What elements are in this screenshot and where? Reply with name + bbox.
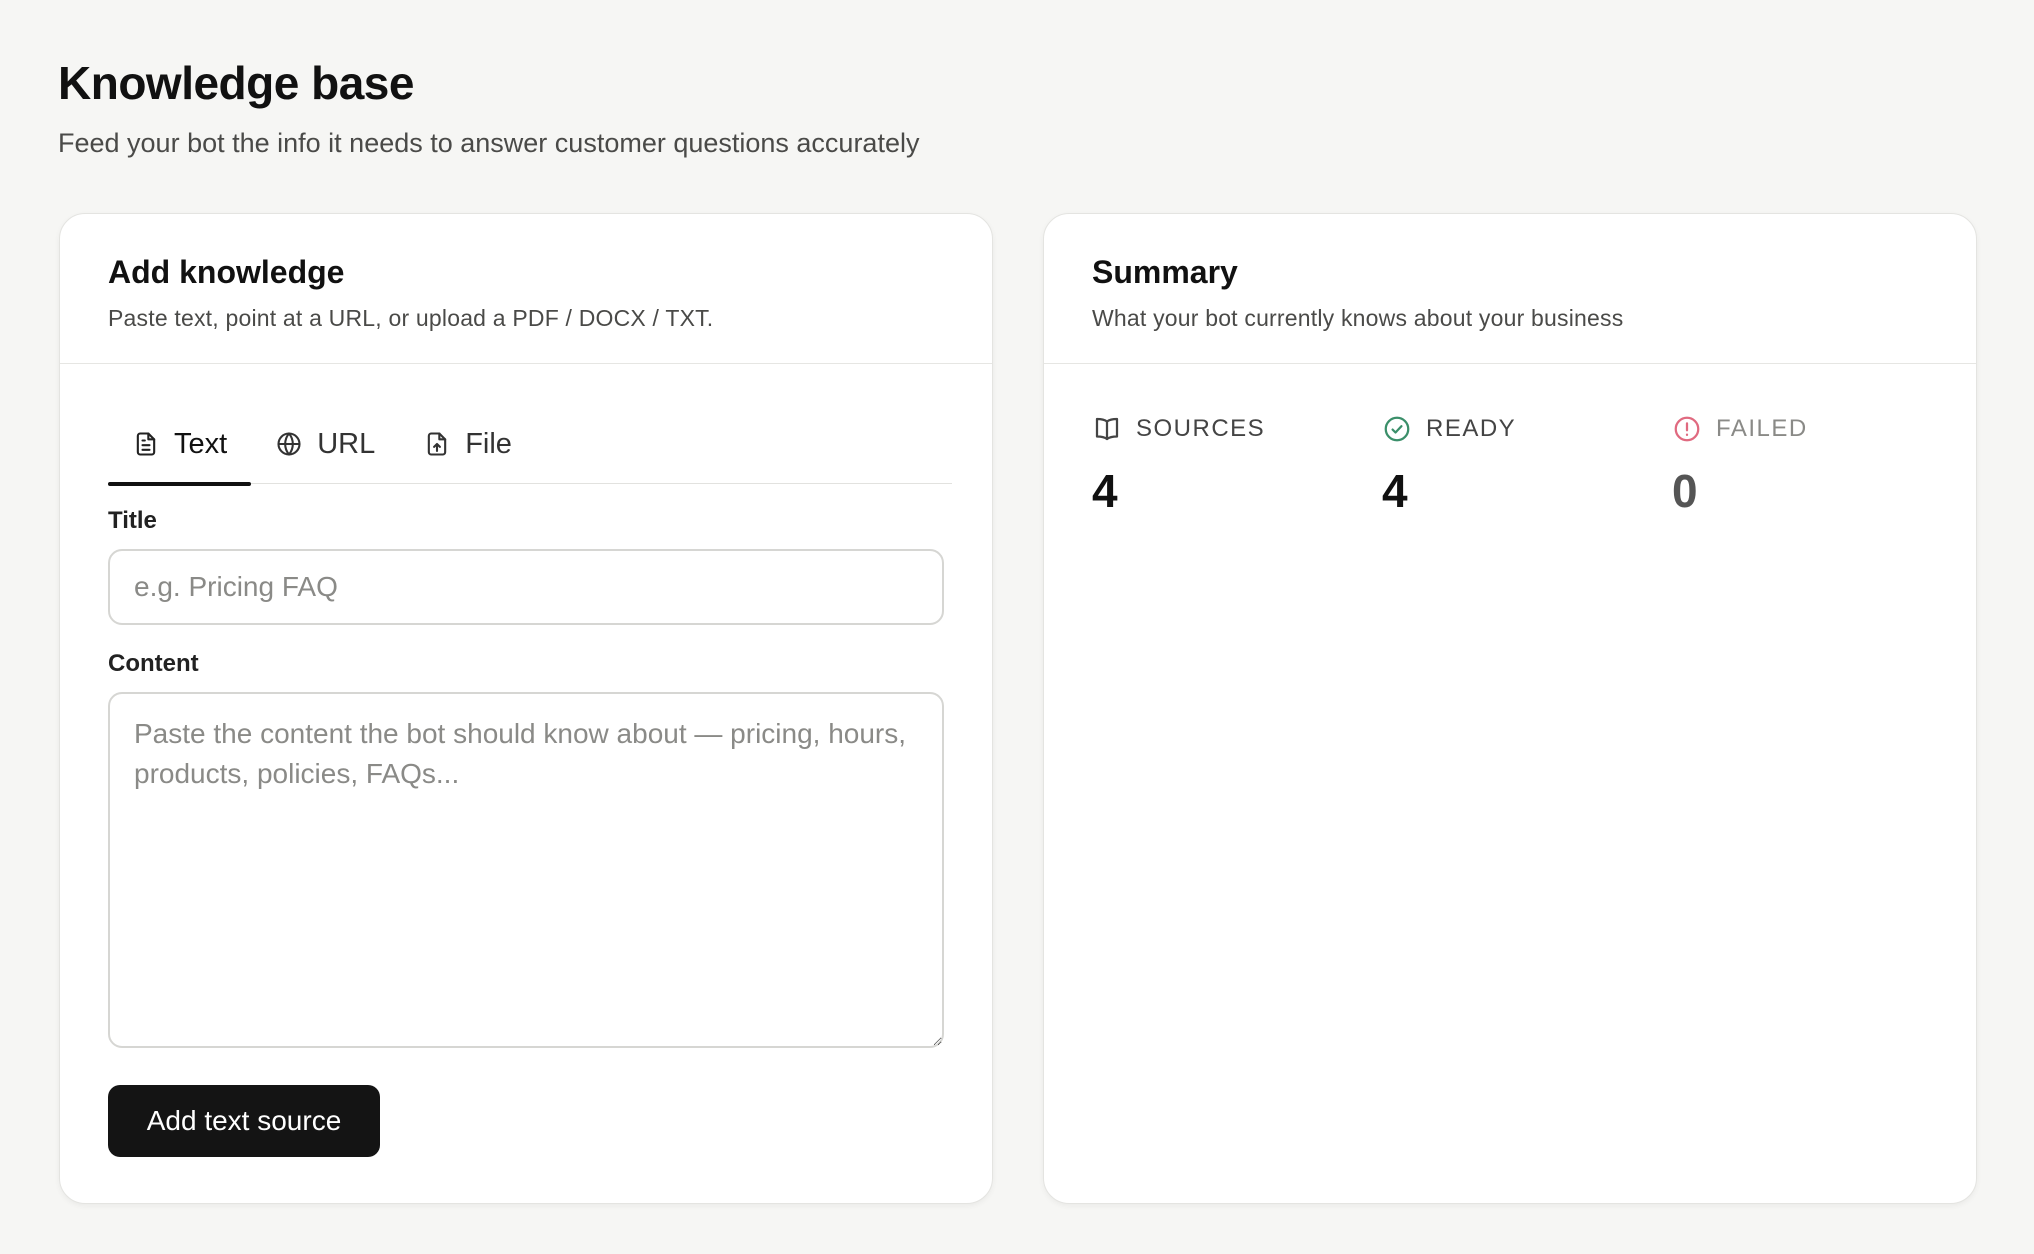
stat-ready-label: READY xyxy=(1426,415,1517,442)
stat-sources: SOURCES 4 xyxy=(1092,412,1382,518)
page-title: Knowledge base xyxy=(58,57,414,109)
knowledge-base-page: Knowledge base Feed your bot the info it… xyxy=(0,0,2034,1254)
add-knowledge-header: Add knowledge Paste text, point at a URL… xyxy=(60,214,992,364)
summary-description: What your bot currently knows about your… xyxy=(1092,305,1624,331)
summary-title: Summary xyxy=(1092,254,1238,290)
stat-failed-head: FAILED xyxy=(1672,412,1962,446)
tab-url-label: URL xyxy=(317,427,376,460)
summary-stats: SOURCES 4 READY 4 FAILED 0 xyxy=(1092,412,1962,518)
page-subtitle: Feed your bot the info it needs to answe… xyxy=(58,128,920,158)
document-icon xyxy=(132,430,160,458)
content-textarea[interactable] xyxy=(108,692,944,1048)
stat-sources-head: SOURCES xyxy=(1092,412,1382,446)
add-knowledge-title: Add knowledge xyxy=(108,254,345,290)
summary-card: Summary What your bot currently knows ab… xyxy=(1043,213,1977,1204)
tab-file[interactable]: File xyxy=(399,404,536,484)
stat-failed: FAILED 0 xyxy=(1672,412,1962,518)
add-text-source-button[interactable]: Add text source xyxy=(108,1085,380,1157)
stat-failed-value: 0 xyxy=(1672,465,1698,517)
tab-text-label: Text xyxy=(174,427,228,460)
file-upload-icon xyxy=(423,430,451,458)
check-circle-icon xyxy=(1382,414,1412,444)
book-icon xyxy=(1092,414,1122,444)
tab-text[interactable]: Text xyxy=(108,404,252,486)
add-knowledge-card: Add knowledge Paste text, point at a URL… xyxy=(59,213,993,1204)
title-input[interactable] xyxy=(108,549,944,625)
globe-icon xyxy=(275,430,303,458)
stat-ready: READY 4 xyxy=(1382,412,1672,518)
summary-header: Summary What your bot currently knows ab… xyxy=(1044,214,1976,364)
stat-ready-head: READY xyxy=(1382,412,1672,446)
tab-file-label: File xyxy=(465,427,512,460)
stat-failed-label: FAILED xyxy=(1716,415,1808,442)
stat-ready-value: 4 xyxy=(1382,465,1408,517)
source-type-tabs: Text URL File xyxy=(108,404,952,486)
stat-sources-value: 4 xyxy=(1092,465,1118,517)
content-field-label: Content xyxy=(108,650,199,677)
add-knowledge-description: Paste text, point at a URL, or upload a … xyxy=(108,305,714,331)
title-field-label: Title xyxy=(108,507,157,534)
stat-sources-label: SOURCES xyxy=(1136,415,1266,442)
tab-url[interactable]: URL xyxy=(251,404,399,484)
alert-circle-icon xyxy=(1672,414,1702,444)
